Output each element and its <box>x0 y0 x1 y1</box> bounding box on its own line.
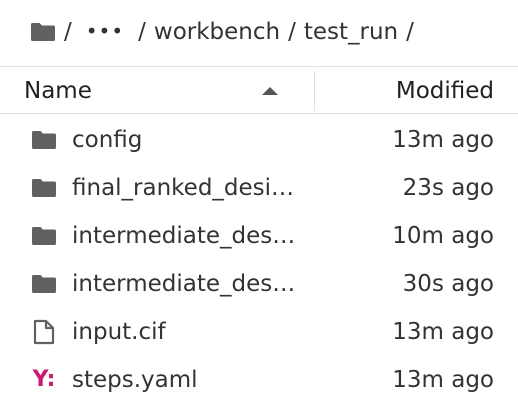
breadcrumb-ellipsis[interactable]: ••• <box>78 19 132 43</box>
column-resize-handle[interactable] <box>314 71 315 111</box>
folder-icon <box>30 223 58 249</box>
file-list-header: Name Modified <box>0 66 518 114</box>
file-list: config 13m ago final_ranked_desi… 23s ag… <box>0 116 518 404</box>
list-item[interactable]: input.cif 13m ago <box>0 308 518 356</box>
file-modified: 30s ago <box>402 271 494 297</box>
yaml-icon: Y: <box>32 367 56 392</box>
folder-icon <box>30 271 58 297</box>
file-modified: 13m ago <box>392 367 494 393</box>
breadcrumb-separator: / <box>138 19 146 45</box>
folder-icon <box>30 175 58 201</box>
folder-icon <box>30 127 58 153</box>
list-item[interactable]: Y: steps.yaml 13m ago <box>0 356 518 404</box>
file-modified: 10m ago <box>392 223 494 249</box>
breadcrumb-separator: / <box>64 19 72 45</box>
file-modified: 13m ago <box>392 319 494 345</box>
list-item[interactable]: final_ranked_desi… 23s ago <box>0 164 518 212</box>
file-name: intermediate_des… <box>72 271 296 297</box>
sort-ascending-icon[interactable] <box>262 87 278 95</box>
breadcrumb-separator: / <box>288 19 296 45</box>
folder-icon[interactable] <box>30 12 58 52</box>
breadcrumb: / ••• / workbench / test_run / <box>30 12 500 52</box>
breadcrumb-item-workbench[interactable]: workbench <box>152 19 282 45</box>
breadcrumb-item-test-run[interactable]: test_run <box>302 19 400 45</box>
file-name: final_ranked_desi… <box>72 175 295 201</box>
file-modified: 13m ago <box>392 127 494 153</box>
file-name: steps.yaml <box>72 367 198 393</box>
file-name: intermediate_des… <box>72 223 296 249</box>
file-name: input.cif <box>72 319 166 345</box>
list-item[interactable]: config 13m ago <box>0 116 518 164</box>
file-icon <box>30 319 58 345</box>
list-item[interactable]: intermediate_des… 30s ago <box>0 260 518 308</box>
column-header-modified[interactable]: Modified <box>396 67 494 115</box>
column-header-name-label: Name <box>24 78 92 104</box>
list-item[interactable]: intermediate_des… 10m ago <box>0 212 518 260</box>
file-modified: 23s ago <box>402 175 494 201</box>
column-header-modified-label: Modified <box>395 78 494 104</box>
file-name: config <box>72 127 143 153</box>
breadcrumb-separator: / <box>406 19 414 45</box>
